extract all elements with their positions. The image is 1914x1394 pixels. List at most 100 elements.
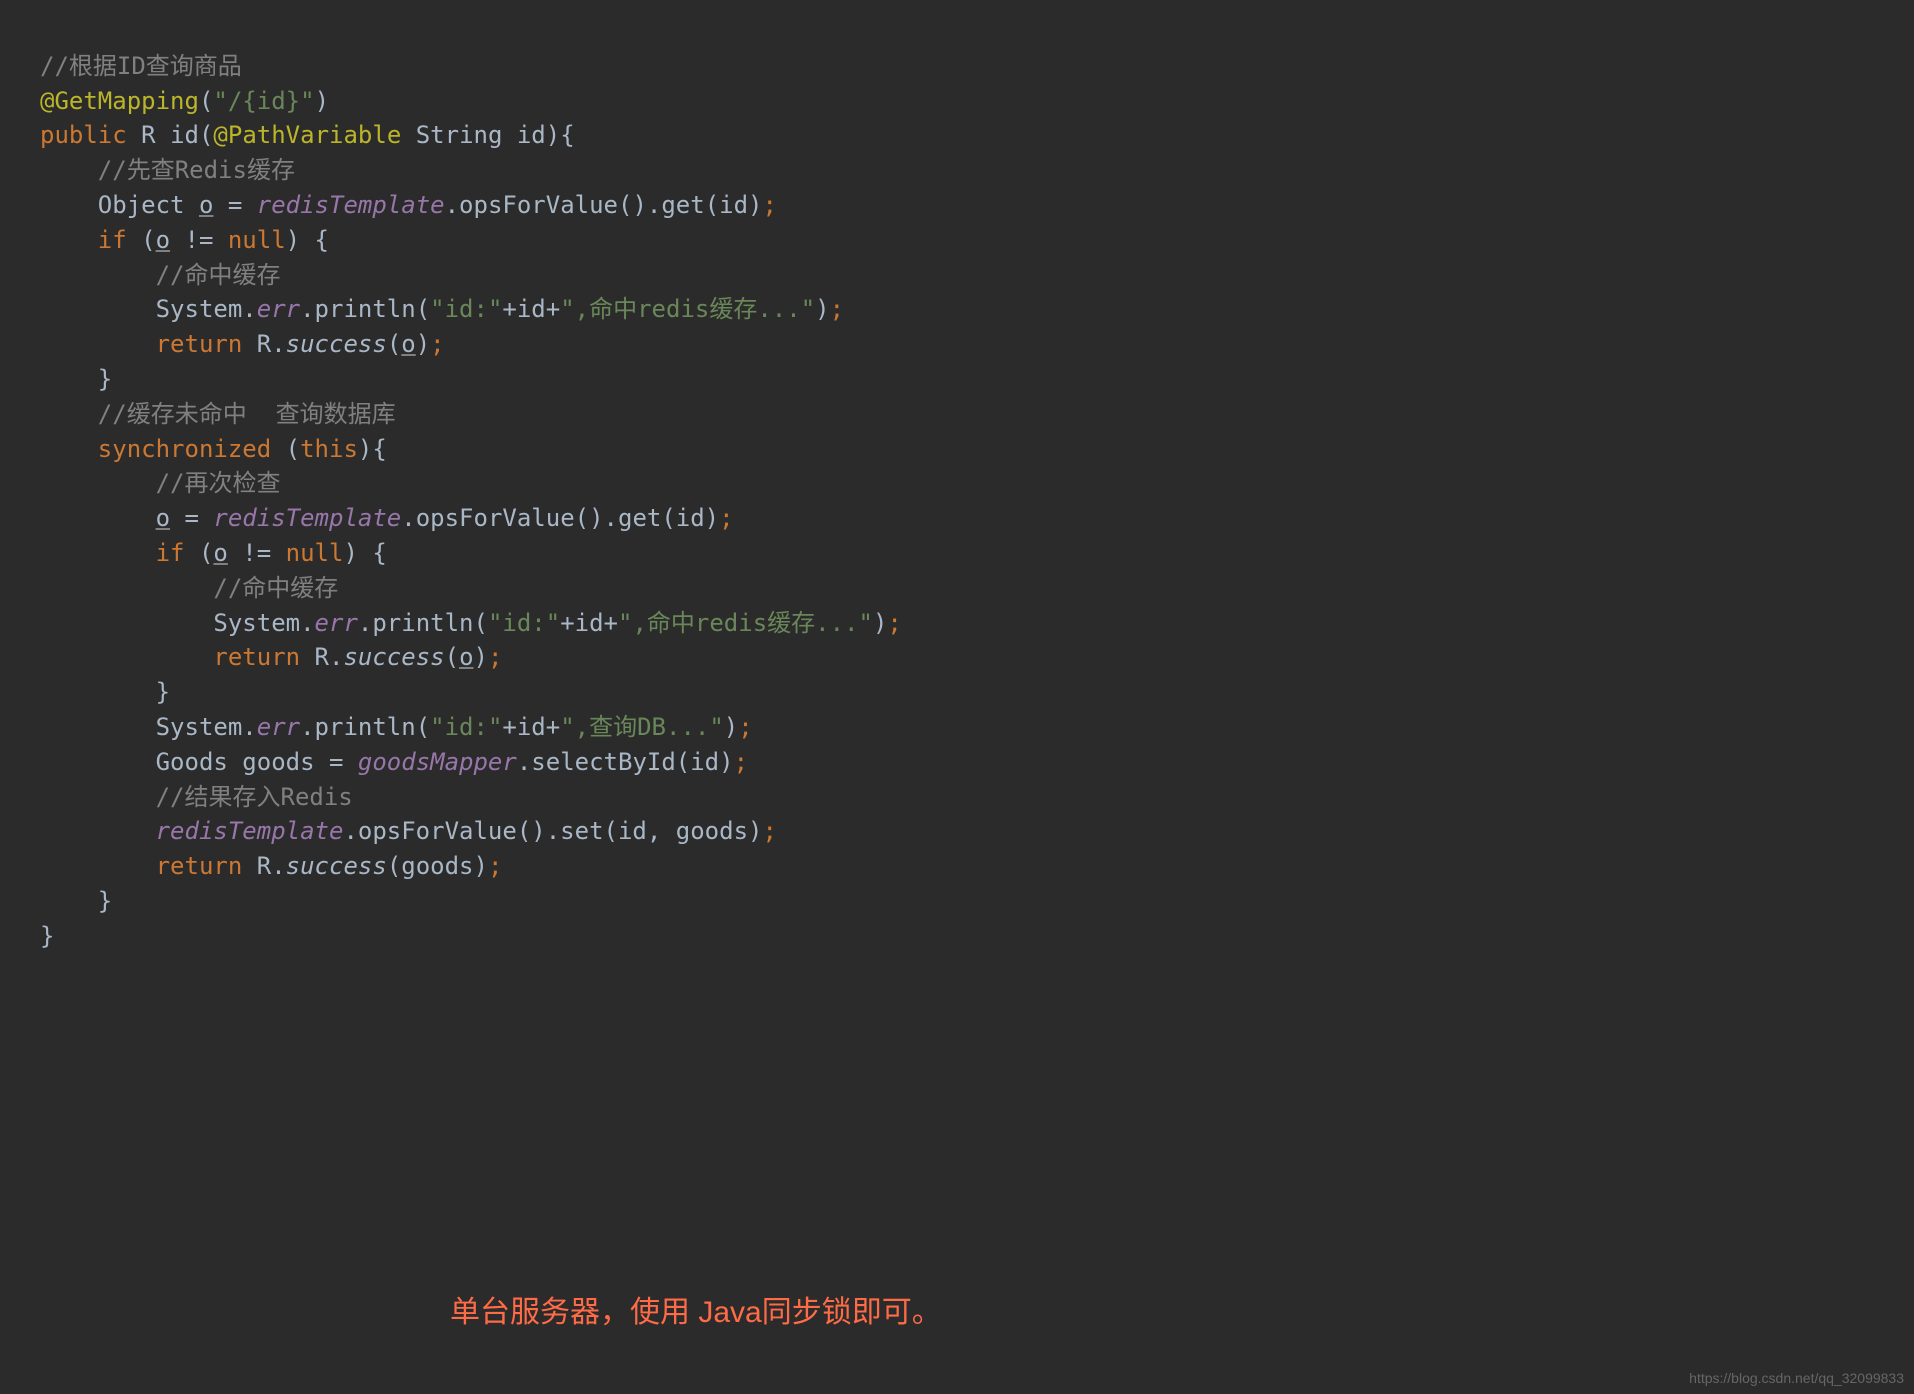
system-class: System. (213, 609, 314, 637)
field-err: err (315, 609, 358, 637)
semicolon: ; (734, 748, 748, 776)
param-type: String (401, 121, 517, 149)
paren: ( (185, 539, 214, 567)
method-success: success (343, 643, 444, 671)
paren: ( (387, 330, 401, 358)
method-success: success (286, 852, 387, 880)
keyword-public: public (40, 121, 127, 149)
comment-line: //再次检查 (156, 469, 281, 497)
semicolon: ; (762, 817, 776, 845)
keyword-if: if (98, 226, 127, 254)
paren: ) (815, 295, 829, 323)
comment-line: //先查Redis缓存 (98, 156, 295, 184)
keyword-synchronized: synchronized (98, 435, 271, 463)
watermark-text: https://blog.csdn.net/qq_32099833 (1689, 1368, 1904, 1388)
paren: ) (873, 609, 887, 637)
string-literal: "/{id}" (213, 87, 314, 115)
concat: +id+ (502, 295, 560, 323)
method-chain: .opsForValue().set(id, goods) (343, 817, 762, 845)
field-err: err (257, 295, 300, 323)
brace: } (40, 922, 54, 950)
param-name: id (517, 121, 546, 149)
keyword-this: this (300, 435, 358, 463)
keyword-return: return (156, 330, 243, 358)
operator: != (170, 226, 228, 254)
string-literal: ",查询DB..." (560, 713, 724, 741)
paren: ) (315, 87, 329, 115)
variable-o: o (156, 226, 170, 254)
class-r: R. (242, 330, 285, 358)
semicolon: ; (719, 504, 733, 532)
class-r: R. (300, 643, 343, 671)
string-literal: "id:" (488, 609, 560, 637)
comment-line: //结果存入Redis (156, 783, 353, 811)
paren: ( (127, 226, 156, 254)
paren-brace: ) { (343, 539, 386, 567)
annotation-pathvariable: @PathVariable (213, 121, 401, 149)
class-r: R. (242, 852, 285, 880)
paren: ) (474, 643, 488, 671)
keyword-return: return (156, 852, 243, 880)
operator: = (170, 504, 213, 532)
keyword-return: return (213, 643, 300, 671)
keyword-null: null (228, 226, 286, 254)
comment-line: //根据ID查询商品 (40, 52, 242, 80)
variable-o: o (213, 539, 227, 567)
variable-o: o (199, 191, 213, 219)
brace: } (156, 678, 170, 706)
method-chain: .selectById(id) (517, 748, 734, 776)
paren-args: (goods) (387, 852, 488, 880)
variable-o: o (459, 643, 473, 671)
keyword-null: null (286, 539, 344, 567)
brace: } (98, 365, 112, 393)
method-success: success (286, 330, 387, 358)
code-editor[interactable]: //根据ID查询商品 @GetMapping("/{id}") public R… (0, 14, 1914, 954)
paren: ) (546, 121, 560, 149)
operator: != (228, 539, 286, 567)
semicolon: ; (830, 295, 844, 323)
type-object: Object (98, 191, 199, 219)
annotation-getmapping: @GetMapping (40, 87, 199, 115)
field-err: err (257, 713, 300, 741)
method-chain: .opsForValue().get(id) (401, 504, 719, 532)
semicolon: ; (738, 713, 752, 741)
field-redistemplate: redisTemplate (156, 817, 344, 845)
semicolon: ; (430, 330, 444, 358)
keyword-if: if (156, 539, 185, 567)
paren-brace: ) { (286, 226, 329, 254)
method-println: .println( (358, 609, 488, 637)
comment-line: //命中缓存 (156, 261, 281, 289)
field-redistemplate: redisTemplate (257, 191, 445, 219)
method-name: id (170, 121, 199, 149)
system-class: System. (156, 295, 257, 323)
paren-brace: ){ (358, 435, 387, 463)
semicolon: ; (887, 609, 901, 637)
variable-o: o (401, 330, 415, 358)
return-type: R (127, 121, 170, 149)
method-println: .println( (300, 295, 430, 323)
paren: ( (445, 643, 459, 671)
brace: } (98, 887, 112, 915)
type-goods: Goods goods = (156, 748, 358, 776)
string-literal: "id:" (430, 295, 502, 323)
string-literal: ",命中redis缓存..." (560, 295, 815, 323)
brace: { (560, 121, 574, 149)
field-goodsmapper: goodsMapper (358, 748, 517, 776)
operator: = (213, 191, 256, 219)
semicolon: ; (488, 643, 502, 671)
field-redistemplate: redisTemplate (213, 504, 401, 532)
semicolon: ; (763, 191, 777, 219)
string-literal: ",命中redis缓存..." (618, 609, 873, 637)
paren: ( (271, 435, 300, 463)
paren: ) (724, 713, 738, 741)
method-println: .println( (300, 713, 430, 741)
variable-o: o (156, 504, 170, 532)
paren: ( (199, 87, 213, 115)
semicolon: ; (488, 852, 502, 880)
concat: +id+ (560, 609, 618, 637)
user-annotation: 单台服务器，使用 Java同步锁即可。 (450, 1291, 942, 1335)
paren: ( (199, 121, 213, 149)
comment-line: //缓存未命中 查询数据库 (98, 400, 396, 428)
method-chain: .opsForValue().get(id) (445, 191, 763, 219)
concat: +id+ (502, 713, 560, 741)
